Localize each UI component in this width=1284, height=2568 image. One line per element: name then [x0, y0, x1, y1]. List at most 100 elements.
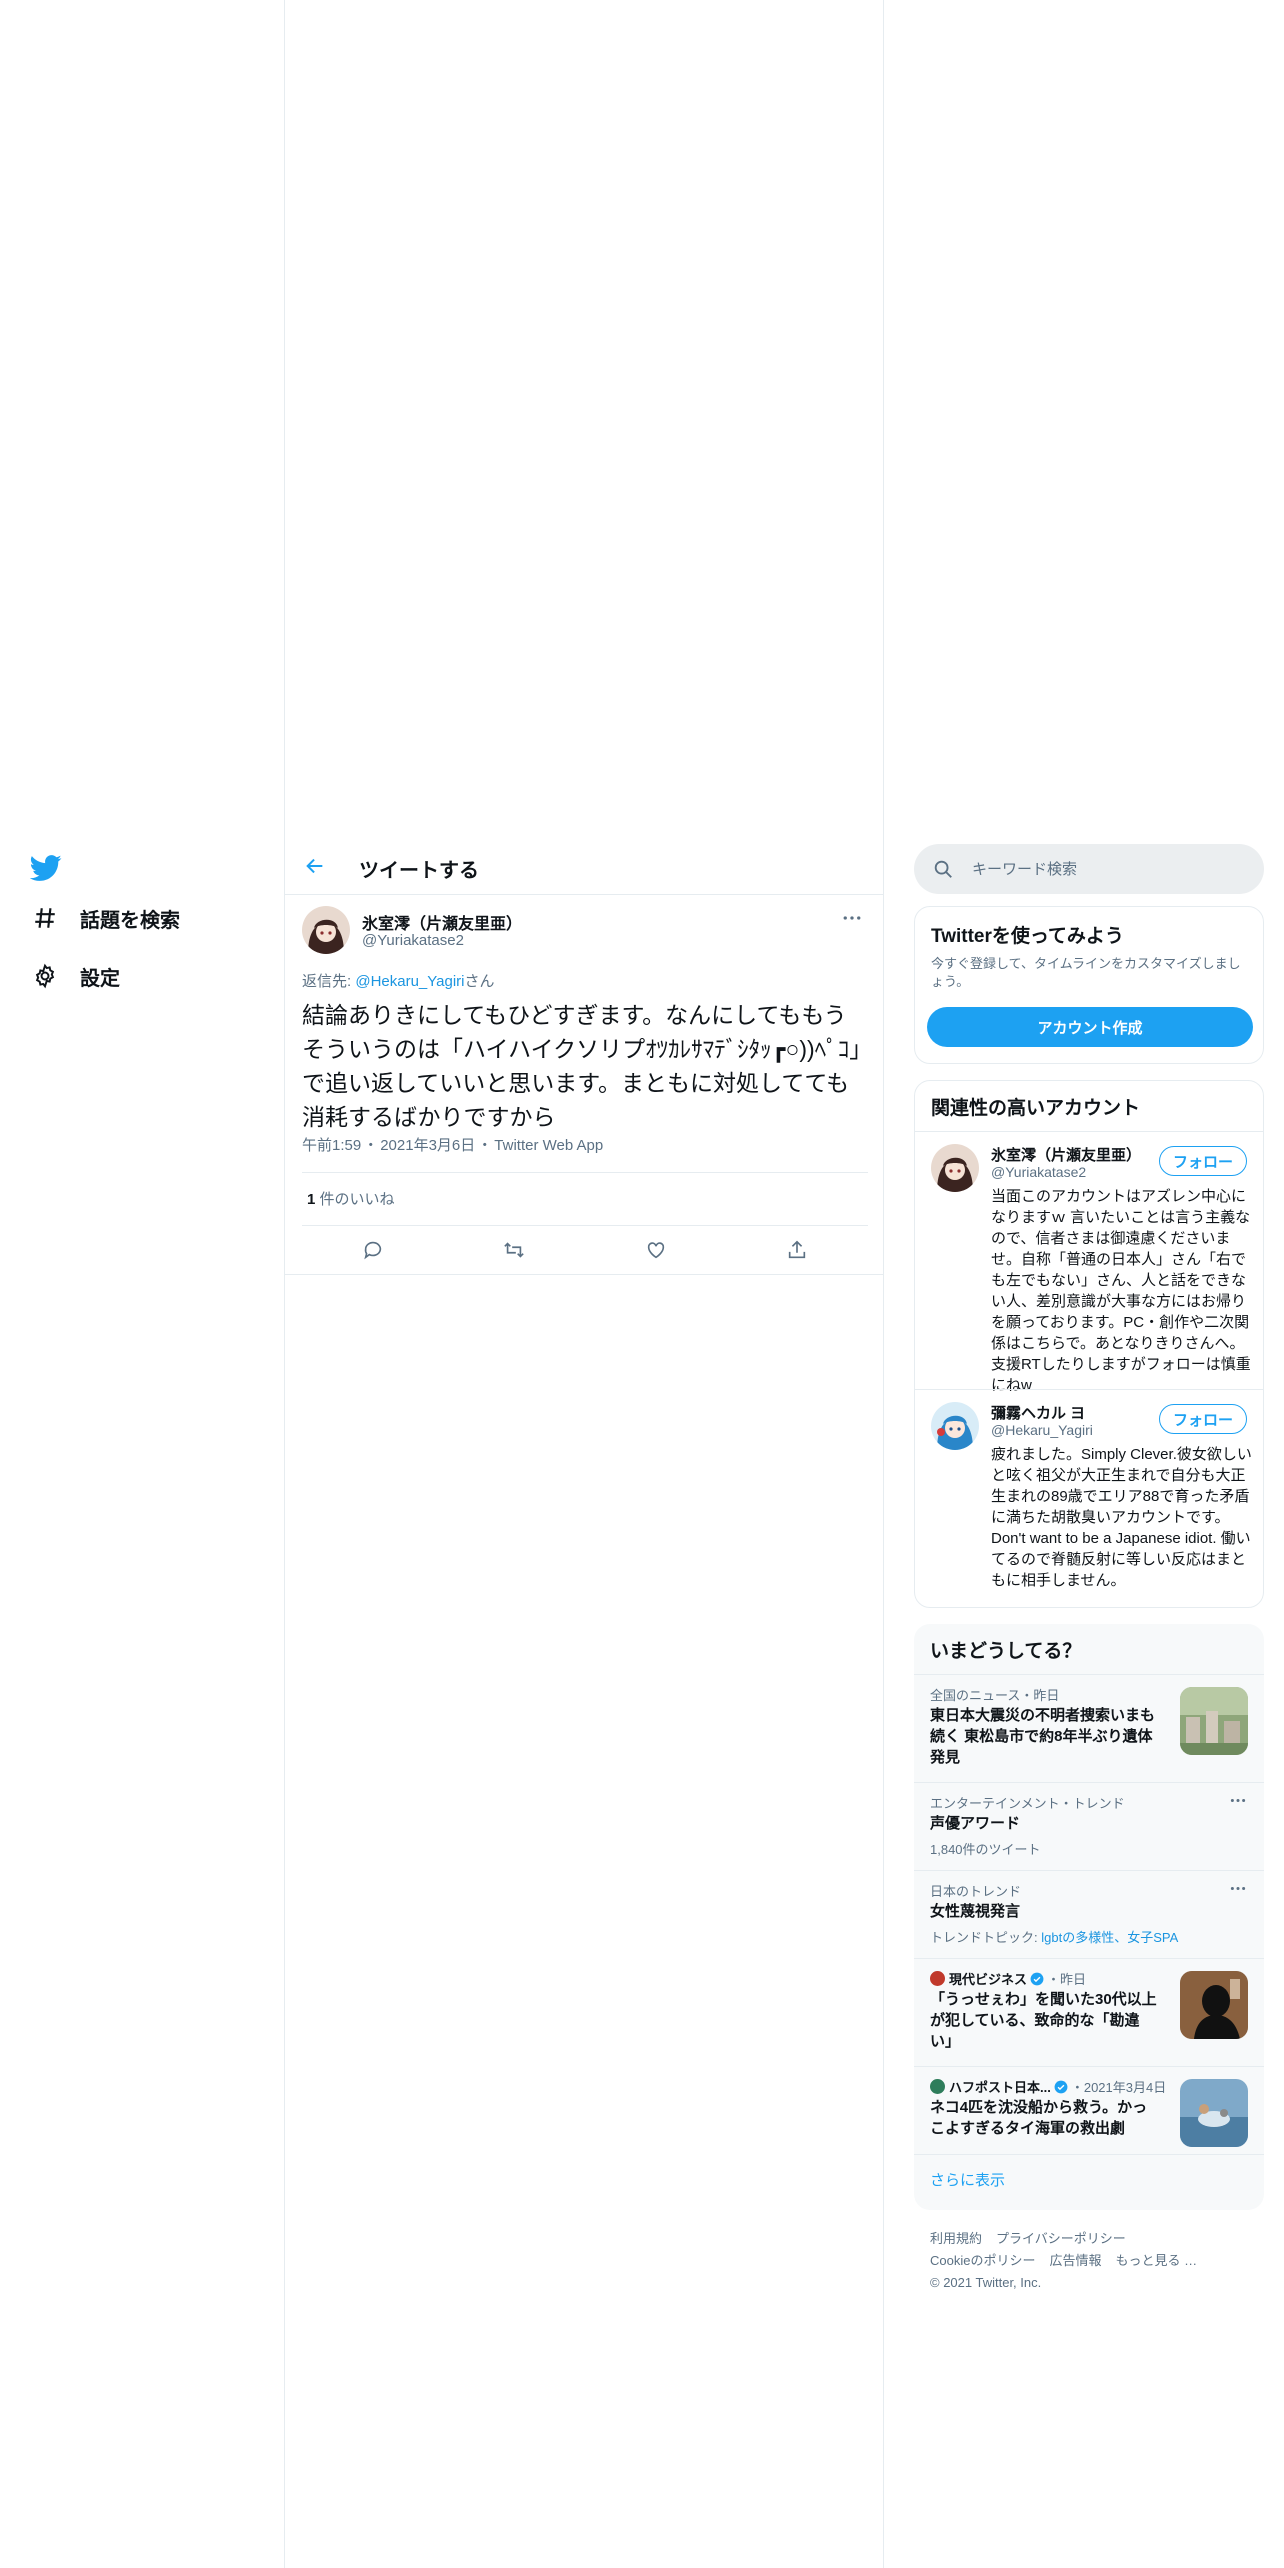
related-accounts-card: 関連性の高いアカウント 氷室澪（片瀬友里亜） @Yuriakatase2 フォロ… — [914, 1080, 1264, 1608]
trend-meta: エンターテインメント・トレンド — [930, 1796, 1125, 1811]
trend-tweet-count: 1,840件のツイート — [930, 1842, 1041, 1857]
search-input[interactable] — [970, 859, 1234, 879]
follow-button[interactable]: フォロー — [1159, 1404, 1247, 1434]
more-button[interactable] — [837, 906, 867, 930]
account-item[interactable]: 彌霧ヘカル ヨ @Hekaru_Yagiri フォロー 疲れました。Simply… — [915, 1389, 1263, 1607]
likes-label: 件のいいね — [319, 1191, 395, 1208]
share-icon — [789, 1240, 806, 1259]
trend-source: 現代ビジネス — [949, 1972, 1028, 1987]
share-button[interactable] — [779, 1232, 815, 1268]
footer-link-more[interactable]: もっと見る … — [1115, 2253, 1197, 2268]
trend-meta: 日本のトレンド — [930, 1884, 1022, 1899]
reply-prefix: 返信先: — [302, 973, 356, 990]
account-bio: 当面このアカウントはアズレン中心になりますｗ 言いたいことは言う主義なので、信者… — [991, 1188, 1251, 1394]
source-logo — [930, 1971, 945, 1986]
like-button[interactable] — [638, 1232, 674, 1268]
reply-button[interactable] — [355, 1232, 391, 1268]
create-account-button[interactable]: アカウント作成 — [927, 1007, 1253, 1047]
footer-link-cookies[interactable]: Cookieのポリシー — [930, 2253, 1035, 2268]
trend-headline: ネコ4匹を沈没船から救う。かっこよすぎるタイ海軍の救出劇 — [930, 2099, 1148, 2137]
tweet-author-handle[interactable]: @Yuriakatase2 — [362, 932, 464, 949]
more-icon — [1230, 1798, 1246, 1802]
trend-topic-link[interactable]: lgbtの多様性、女子SPA — [1041, 1930, 1178, 1945]
tweet-text: 結論ありきにしてもひどすぎます。なんにしてももうそういうのは「ハイハイクソリプｵ… — [302, 1002, 861, 1130]
tweet-date[interactable]: 2021年3月6日 — [380, 1137, 475, 1154]
account-name[interactable]: 彌霧ヘカル ヨ — [991, 1402, 1085, 1423]
avatar[interactable] — [302, 906, 350, 954]
reply-icon — [364, 1241, 381, 1260]
trend-more-button[interactable] — [1226, 1791, 1250, 1809]
account-name[interactable]: 氷室澪（片瀬友里亜） — [991, 1144, 1141, 1165]
divider — [285, 1274, 883, 1275]
show-more-label: さらに表示 — [930, 2172, 1006, 2189]
trend-item[interactable]: エンターテインメント・トレンド 声優アワード 1,840件のツイート — [914, 1782, 1264, 1871]
copyright: © 2021 Twitter, Inc. — [930, 2275, 1042, 2290]
tweet-source: Twitter Web App — [494, 1137, 604, 1154]
meta-dot: ・ — [477, 1137, 493, 1154]
trend-time: ・昨日 — [1047, 1972, 1087, 1987]
back-button[interactable] — [297, 848, 333, 884]
account-handle: @Yuriakatase2 — [991, 1164, 1087, 1180]
account-handle: @Hekaru_Yagiri — [991, 1422, 1093, 1438]
trend-meta: ハフポスト日本... ・2021年3月4日 — [930, 2077, 1166, 2096]
tweet-time[interactable]: 午前1:59 — [302, 1137, 361, 1154]
gear-icon — [30, 961, 60, 991]
account-bio: 疲れました。Simply Clever.彼女欲しいと呟く祖父が大正生まれで自分も… — [991, 1446, 1252, 1589]
main-header: ツイートする — [285, 838, 883, 895]
trend-headline: 東日本大震災の不明者捜索いまも続く 東松島市で約8年半ぶり遺体発見 — [930, 1707, 1156, 1766]
app-layout: 話題を検索 設定 ツイートする 氷室澪（片瀬友里亜） @Yuriakatase2 — [0, 0, 1284, 2568]
trend-topic: トレンドトピック: lgbtの多様性、女子SPA — [930, 1927, 1178, 1946]
reply-suffix: さん — [464, 973, 495, 990]
main-column: ツイートする 氷室澪（片瀬友里亜） @Yuriakatase2 返信先: @He… — [284, 0, 884, 2568]
signup-description: 今すぐ登録して、タイムラインをカスタマイズしましょう。 — [931, 956, 1241, 989]
follow-button[interactable]: フォロー — [1159, 1146, 1247, 1176]
back-arrow-icon — [306, 858, 323, 874]
tweet-meta: 午前1:59 ・ 2021年3月6日・ Twitter Web App — [302, 1134, 605, 1155]
nav-settings[interactable]: 設定 — [30, 956, 120, 996]
search-icon — [934, 860, 952, 878]
retweet-button[interactable] — [496, 1232, 532, 1268]
trend-thumbnail — [1180, 1971, 1248, 2039]
footer-link-terms[interactable]: 利用規約 — [930, 2231, 982, 2246]
trend-headline: 「うっせぇわ」を聞いた30代以上が犯している、致命的な「勘違い」 — [930, 1991, 1157, 2050]
avatar[interactable] — [931, 1144, 979, 1192]
likes-count[interactable]: 1 件のいいね — [307, 1188, 395, 1209]
trend-item[interactable]: 全国のニュース・昨日 東日本大震災の不明者捜索いまも続く 東松島市で約8年半ぶり… — [914, 1674, 1264, 1783]
search-box[interactable] — [914, 844, 1264, 894]
reply-to-link[interactable]: @Hekaru_Yagiri — [355, 973, 464, 990]
footer-link-ads[interactable]: 広告情報 — [1049, 2253, 1101, 2268]
account-item[interactable]: 氷室澪（片瀬友里亜） @Yuriakatase2 フォロー 当面このアカウントは… — [915, 1131, 1263, 1394]
trend-item[interactable]: ハフポスト日本... ・2021年3月4日 ネコ4匹を沈没船から救う。かっこよす… — [914, 2066, 1264, 2155]
nav-explore[interactable]: 話題を検索 — [30, 898, 180, 938]
page-title: ツイートする — [359, 860, 479, 882]
trend-item[interactable]: 日本のトレンド 女性蔑視発言 トレンドトピック: lgbtの多様性、女子SPA — [914, 1870, 1264, 1959]
trends-title: いまどうしてる？ — [930, 1641, 1082, 1662]
related-accounts-title: 関連性の高いアカウント — [931, 1098, 1141, 1119]
signup-title: Twitterを使ってみよう — [931, 926, 1124, 947]
like-icon — [647, 1242, 664, 1259]
hashtag-icon — [30, 903, 60, 933]
twitter-logo-icon[interactable] — [29, 852, 62, 884]
trend-meta: 全国のニュース・昨日 — [930, 1688, 1060, 1703]
tweet-actions — [302, 1226, 868, 1274]
avatar[interactable] — [931, 1402, 979, 1450]
footer-link-privacy[interactable]: プライバシーポリシー — [996, 2231, 1126, 2246]
trend-thumbnail — [1180, 2079, 1248, 2147]
tweet-author-name[interactable]: 氷室澪（片瀬友里亜） — [362, 910, 522, 934]
trend-more-button[interactable] — [1226, 1879, 1250, 1897]
show-more-link[interactable]: さらに表示 — [914, 2154, 1264, 2210]
trend-headline: 声優アワード — [930, 1815, 1021, 1832]
trend-item[interactable]: 現代ビジネス ・昨日 「うっせぇわ」を聞いた30代以上が犯している、致命的な「勘… — [914, 1958, 1264, 2067]
more-icon — [843, 916, 861, 920]
nav-explore-label: 話題を検索 — [80, 909, 180, 932]
verified-icon — [1030, 1972, 1044, 1985]
footer: 利用規約 プライバシーポリシー Cookieのポリシー 広告情報 もっと見る … © … — [930, 2228, 1250, 2294]
retweet-icon — [504, 1242, 525, 1258]
trend-headline: 女性蔑視発言 — [930, 1903, 1021, 1920]
divider — [302, 1172, 868, 1173]
trend-topic-prefix: トレンドトピック: — [930, 1930, 1042, 1945]
trend-time: ・2021年3月4日 — [1070, 2080, 1167, 2095]
trend-source: ハフポスト日本... — [949, 2080, 1051, 2095]
nav-settings-label: 設定 — [80, 967, 120, 990]
verified-icon — [1054, 2080, 1068, 2093]
